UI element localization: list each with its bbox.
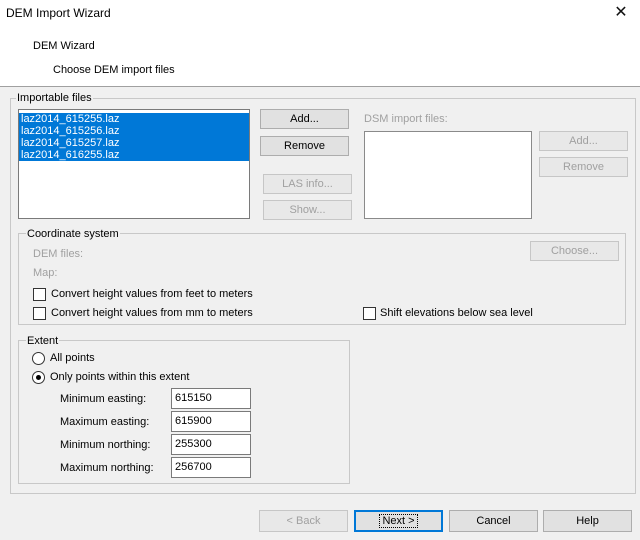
- min-easting-label: Minimum easting:: [60, 393, 147, 405]
- importable-files-legend: Importable files: [16, 92, 93, 104]
- cancel-button[interactable]: Cancel: [449, 510, 538, 532]
- all-points-radio[interactable]: [32, 352, 45, 365]
- add-files-button[interactable]: Add...: [260, 109, 349, 129]
- dem-files-label: DEM files:: [33, 248, 84, 260]
- importable-files-list[interactable]: laz2014_615255.laz laz2014_615256.laz laz2…: [18, 109, 250, 219]
- wizard-subtitle: Choose DEM import files: [53, 64, 175, 76]
- dsm-remove-button[interactable]: Remove: [539, 157, 628, 177]
- wizard-title: DEM Wizard: [33, 40, 95, 52]
- min-northing-input[interactable]: 255300: [171, 434, 251, 455]
- file-list-item[interactable]: laz2014_615257.laz: [19, 137, 249, 149]
- radio-selected-dot: [36, 375, 41, 380]
- map-label: Map:: [33, 267, 58, 279]
- file-list-item[interactable]: laz2014_615255.laz: [19, 113, 249, 125]
- mm-to-meters-checkbox[interactable]: [33, 307, 46, 320]
- max-northing-input[interactable]: 256700: [171, 457, 251, 478]
- remove-files-button[interactable]: Remove: [260, 136, 349, 156]
- within-extent-label: Only points within this extent: [50, 371, 190, 383]
- mm-to-meters-label: Convert height values from mm to meters: [51, 307, 253, 319]
- file-list-item[interactable]: laz2014_616255.laz: [19, 149, 249, 161]
- feet-to-meters-label: Convert height values from feet to meter…: [51, 288, 253, 300]
- max-northing-label: Maximum northing:: [60, 462, 154, 474]
- choose-button[interactable]: Choose...: [530, 241, 619, 261]
- min-northing-label: Minimum northing:: [60, 439, 151, 451]
- coordinate-system-legend: Coordinate system: [26, 228, 120, 240]
- help-button[interactable]: Help: [543, 510, 632, 532]
- max-easting-label: Maximum easting:: [60, 416, 150, 428]
- dsm-files-list[interactable]: [364, 131, 532, 219]
- shift-elevations-label: Shift elevations below sea level: [380, 307, 533, 319]
- dsm-files-label: DSM import files:: [364, 113, 448, 125]
- all-points-label: All points: [50, 352, 95, 364]
- next-button[interactable]: Next >: [354, 510, 443, 532]
- wizard-header: [0, 30, 640, 87]
- file-list-item[interactable]: laz2014_615256.laz: [19, 125, 249, 137]
- extent-legend: Extent: [26, 335, 60, 347]
- max-easting-input[interactable]: 615900: [171, 411, 251, 432]
- feet-to-meters-checkbox[interactable]: [33, 288, 46, 301]
- shift-elevations-checkbox[interactable]: [363, 307, 376, 320]
- close-icon[interactable]: ✕: [612, 3, 630, 25]
- back-button[interactable]: < Back: [259, 510, 348, 532]
- las-info-button[interactable]: LAS info...: [263, 174, 352, 194]
- show-button[interactable]: Show...: [263, 200, 352, 220]
- window-title: DEM Import Wizard: [6, 6, 111, 20]
- min-easting-input[interactable]: 615150: [171, 388, 251, 409]
- within-extent-radio[interactable]: [32, 371, 45, 384]
- dsm-add-button[interactable]: Add...: [539, 131, 628, 151]
